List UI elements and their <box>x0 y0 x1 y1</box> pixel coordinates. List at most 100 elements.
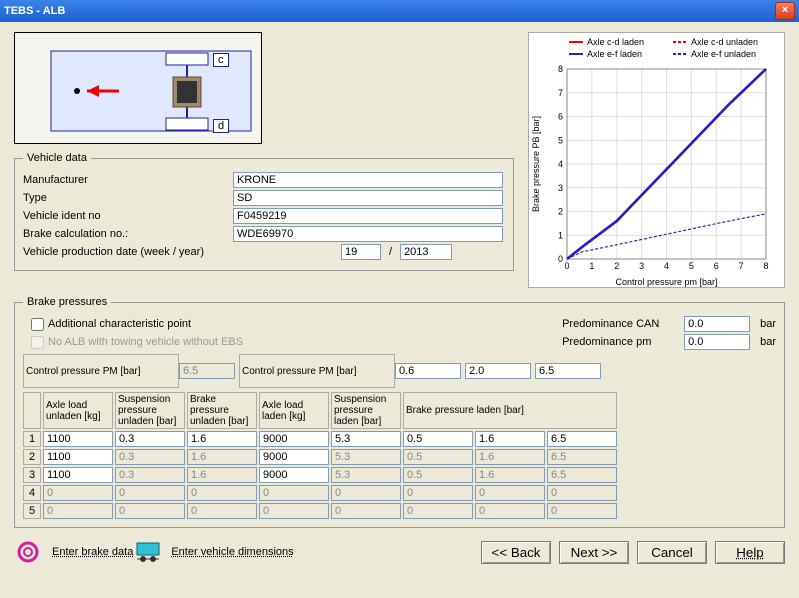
row-num: 5 <box>23 503 41 519</box>
week-input[interactable] <box>341 244 381 260</box>
brake-chart-svg: 001122334455667788Control pressure pm [b… <box>529 33 774 287</box>
manufacturer-label: Manufacturer <box>23 174 233 186</box>
cell-1-2 <box>187 449 257 465</box>
cancel-button[interactable]: Cancel <box>637 541 707 564</box>
trailer-diagram: c d <box>14 32 262 144</box>
cell-4-5 <box>403 503 473 519</box>
cell-0-2[interactable] <box>187 431 257 447</box>
brake-chart: 001122334455667788Control pressure pm [b… <box>528 32 785 288</box>
svg-text:4: 4 <box>558 159 563 169</box>
ctrl-pm-label-2: Control pressure PM [bar] <box>239 354 395 388</box>
axle-label-c: c <box>213 53 229 67</box>
cell-2-0[interactable] <box>43 467 113 483</box>
svg-text:6: 6 <box>714 261 719 271</box>
slash-label: / <box>389 246 392 258</box>
cell-4-7 <box>547 503 617 519</box>
cell-3-4 <box>331 485 401 501</box>
brakecalc-input[interactable] <box>233 226 503 242</box>
cell-1-4 <box>331 449 401 465</box>
cell-3-0 <box>43 485 113 501</box>
row-num: 2 <box>23 449 41 465</box>
svg-text:5: 5 <box>689 261 694 271</box>
type-label: Type <box>23 192 233 204</box>
cell-1-3[interactable] <box>259 449 329 465</box>
cell-4-3 <box>259 503 329 519</box>
ctrl-pm-val-b[interactable] <box>465 363 531 379</box>
svg-text:Axle e-f laden: Axle e-f laden <box>587 49 642 59</box>
ctrl-pm-val-1 <box>179 363 235 379</box>
th-4: Suspension pressure laden [bar] <box>331 392 401 429</box>
svg-text:6: 6 <box>558 112 563 122</box>
svg-text:Axle e-f unladen: Axle e-f unladen <box>691 49 756 59</box>
type-input[interactable] <box>233 190 503 206</box>
brake-icon <box>14 538 44 566</box>
svg-text:3: 3 <box>558 183 563 193</box>
back-button[interactable]: << Back <box>481 541 551 564</box>
next-button[interactable]: Next >> <box>559 541 629 564</box>
cell-0-4[interactable] <box>331 431 401 447</box>
precan-unit: bar <box>760 318 776 330</box>
cell-1-6 <box>475 449 545 465</box>
svg-text:Axle c-d unladen: Axle c-d unladen <box>691 37 758 47</box>
cell-4-6 <box>475 503 545 519</box>
svg-text:0: 0 <box>558 254 563 264</box>
prepm-label: Predominance pm <box>562 336 684 348</box>
cell-3-2 <box>187 485 257 501</box>
svg-text:8: 8 <box>763 261 768 271</box>
svg-text:0: 0 <box>564 261 569 271</box>
cell-2-7 <box>547 467 617 483</box>
brake-table: Axle load unladen [kg]Suspension pressur… <box>23 392 776 519</box>
row-num: 4 <box>23 485 41 501</box>
cell-3-7 <box>547 485 617 501</box>
cell-3-6 <box>475 485 545 501</box>
trailer-icon <box>133 538 163 566</box>
th-5: Brake pressure laden [bar] <box>403 392 617 429</box>
row-num: 1 <box>23 431 41 447</box>
cell-2-6 <box>475 467 545 483</box>
cell-1-1 <box>115 449 185 465</box>
svg-text:3: 3 <box>639 261 644 271</box>
cell-0-6[interactable] <box>475 431 545 447</box>
cell-0-7[interactable] <box>547 431 617 447</box>
addl-checkbox[interactable] <box>31 318 44 331</box>
cell-0-1[interactable] <box>115 431 185 447</box>
cell-4-2 <box>187 503 257 519</box>
ctrl-pm-val-c[interactable] <box>535 363 601 379</box>
help-button[interactable]: Help <box>715 541 785 564</box>
manufacturer-input[interactable] <box>233 172 503 188</box>
brake-legend: Brake pressures <box>23 296 111 308</box>
precan-input[interactable] <box>684 316 750 332</box>
svg-text:7: 7 <box>558 88 563 98</box>
cell-2-3[interactable] <box>259 467 329 483</box>
cell-3-5 <box>403 485 473 501</box>
cell-1-7 <box>547 449 617 465</box>
close-icon[interactable]: × <box>775 2 795 20</box>
enter-vehicle-link[interactable]: Enter vehicle dimensions <box>171 546 293 558</box>
svg-text:8: 8 <box>558 64 563 74</box>
cell-4-1 <box>115 503 185 519</box>
prepm-input[interactable] <box>684 334 750 350</box>
svg-text:2: 2 <box>558 207 563 217</box>
row-num: 3 <box>23 467 41 483</box>
cell-1-0[interactable] <box>43 449 113 465</box>
cell-0-0[interactable] <box>43 431 113 447</box>
svg-text:Control pressure pm [bar]: Control pressure pm [bar] <box>615 277 717 287</box>
ctrl-pm-val-a[interactable] <box>395 363 461 379</box>
svg-text:4: 4 <box>664 261 669 271</box>
cell-1-5 <box>403 449 473 465</box>
proddate-label: Vehicle production date (week / year) <box>23 246 341 258</box>
noalb-label: No ALB with towing vehicle without EBS <box>48 336 243 348</box>
enter-brake-link[interactable]: Enter brake data <box>52 546 133 558</box>
ident-input[interactable] <box>233 208 503 224</box>
svg-text:Brake pressure PB [bar]: Brake pressure PB [bar] <box>531 116 541 212</box>
cell-0-5[interactable] <box>403 431 473 447</box>
brakecalc-label: Brake calculation no.: <box>23 228 233 240</box>
svg-text:Axle c-d laden: Axle c-d laden <box>587 37 644 47</box>
cell-2-2 <box>187 467 257 483</box>
cell-0-3[interactable] <box>259 431 329 447</box>
year-input[interactable] <box>400 244 452 260</box>
th-1: Suspension pressure unladen [bar] <box>115 392 185 429</box>
axle-label-d: d <box>213 119 229 133</box>
precan-label: Predominance CAN <box>562 318 684 330</box>
th-2: Brake pressure unladen [bar] <box>187 392 257 429</box>
